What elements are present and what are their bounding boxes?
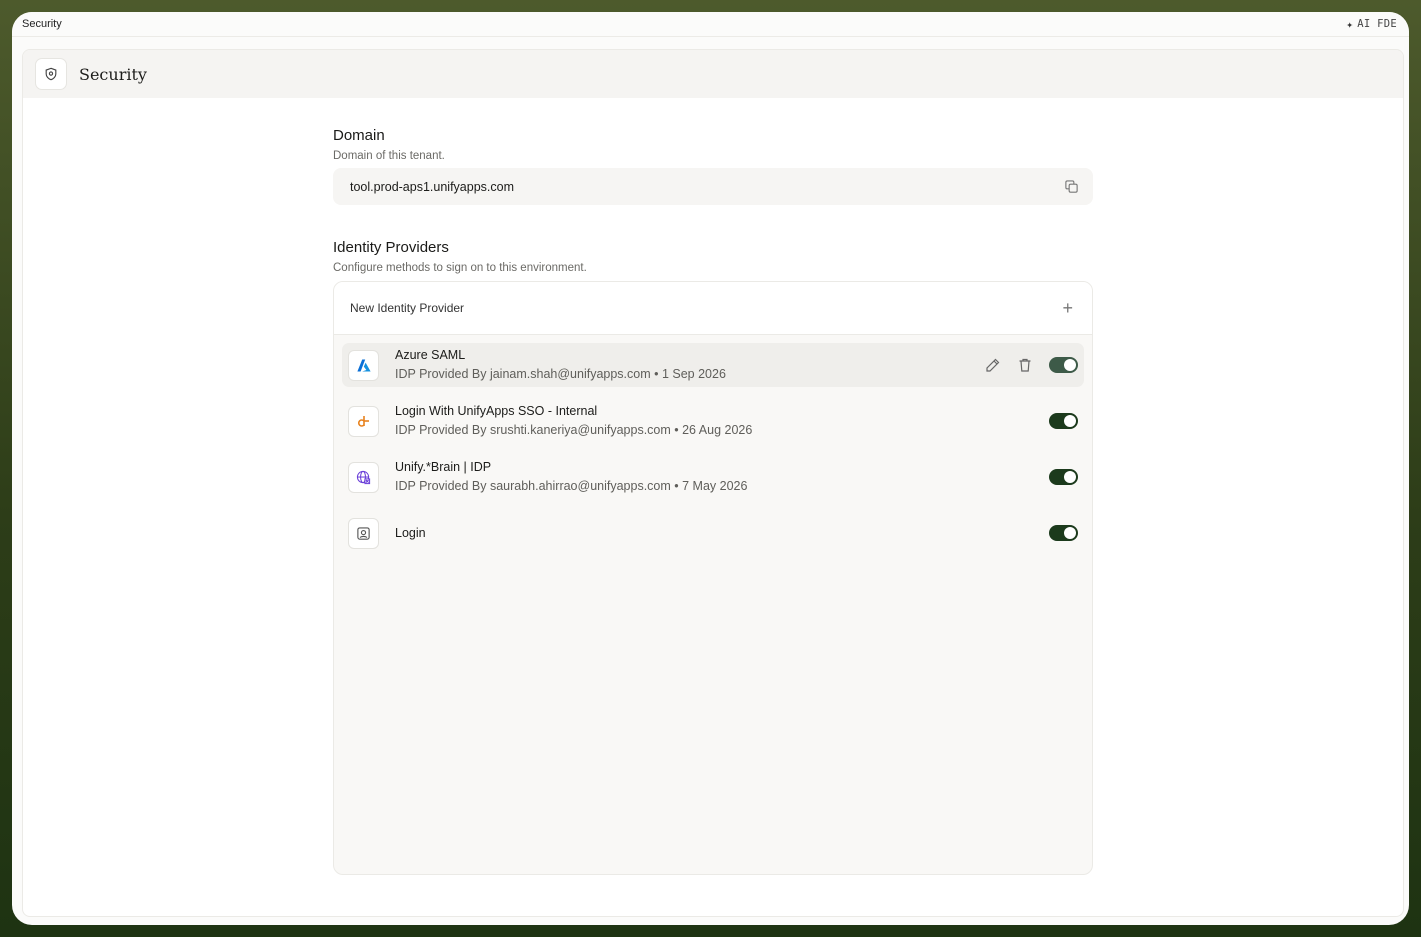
idp-row-unify-brain[interactable]: Unify.*Brain | IDP IDP Provided By saura… xyxy=(342,455,1084,499)
idp-enabled-toggle[interactable] xyxy=(1049,357,1078,373)
idp-card: New Identity Provider + Azure SAML IDP P… xyxy=(333,281,1093,875)
idp-row-azure-saml[interactable]: Azure SAML IDP Provided By jainam.shah@u… xyxy=(342,343,1084,387)
app-window: Security ✦ AI FDE Security Domain Domain… xyxy=(12,12,1409,925)
security-panel: Security Domain Domain of this tenant. t… xyxy=(22,49,1404,917)
window-titlebar: Security ✦ AI FDE xyxy=(12,12,1409,37)
copy-icon[interactable] xyxy=(1064,179,1079,194)
sparkle-icon: ✦ xyxy=(1346,17,1354,31)
domain-value: tool.prod-aps1.unifyapps.com xyxy=(350,179,514,194)
user-card-icon xyxy=(348,517,379,549)
ai-fde-label: AI FDE xyxy=(1357,18,1397,30)
domain-field: tool.prod-aps1.unifyapps.com xyxy=(333,168,1093,205)
idp-title: Identity Providers xyxy=(333,239,449,256)
window-title: Security xyxy=(22,18,62,30)
idp-name: Login xyxy=(395,526,426,540)
idp-subtitle: Configure methods to sign on to this env… xyxy=(333,262,587,274)
idp-name: Unify.*Brain | IDP xyxy=(395,460,492,474)
globe-icon xyxy=(348,461,379,493)
idp-row-unifyapps-sso[interactable]: Login With UnifyApps SSO - Internal IDP … xyxy=(342,399,1084,443)
shield-icon xyxy=(35,58,67,90)
plus-icon[interactable]: + xyxy=(1062,299,1073,317)
azure-icon xyxy=(348,349,379,381)
idp-enabled-toggle[interactable] xyxy=(1049,469,1078,485)
idp-name: Login With UnifyApps SSO - Internal xyxy=(395,404,598,418)
idp-list: Azure SAML IDP Provided By jainam.shah@u… xyxy=(334,335,1092,555)
ai-fde-button[interactable]: ✦ AI FDE xyxy=(1346,18,1397,31)
unifyapps-icon xyxy=(348,405,379,437)
domain-section: Domain Domain of this tenant. tool.prod-… xyxy=(333,126,1093,205)
idp-meta: IDP Provided By srushti.kaneriya@unifyap… xyxy=(395,423,753,437)
domain-subtitle: Domain of this tenant. xyxy=(333,150,445,162)
page-title: Security xyxy=(79,64,147,84)
idp-meta: IDP Provided By jainam.shah@unifyapps.co… xyxy=(395,367,726,381)
domain-title: Domain xyxy=(333,127,385,144)
trash-icon[interactable] xyxy=(1017,357,1033,373)
panel-header: Security xyxy=(23,50,1403,98)
idp-meta: IDP Provided By saurabh.ahirrao@unifyapp… xyxy=(395,479,748,493)
new-identity-provider-button[interactable]: New Identity Provider + xyxy=(334,282,1092,335)
edit-icon[interactable] xyxy=(985,357,1001,373)
identity-providers-section: Identity Providers Configure methods to … xyxy=(333,238,1093,875)
idp-name: Azure SAML xyxy=(395,348,466,362)
idp-enabled-toggle[interactable] xyxy=(1049,525,1078,541)
content-area: Domain Domain of this tenant. tool.prod-… xyxy=(333,126,1093,875)
new-idp-label: New Identity Provider xyxy=(350,301,465,315)
idp-enabled-toggle[interactable] xyxy=(1049,413,1078,429)
idp-row-login[interactable]: Login xyxy=(342,511,1084,555)
